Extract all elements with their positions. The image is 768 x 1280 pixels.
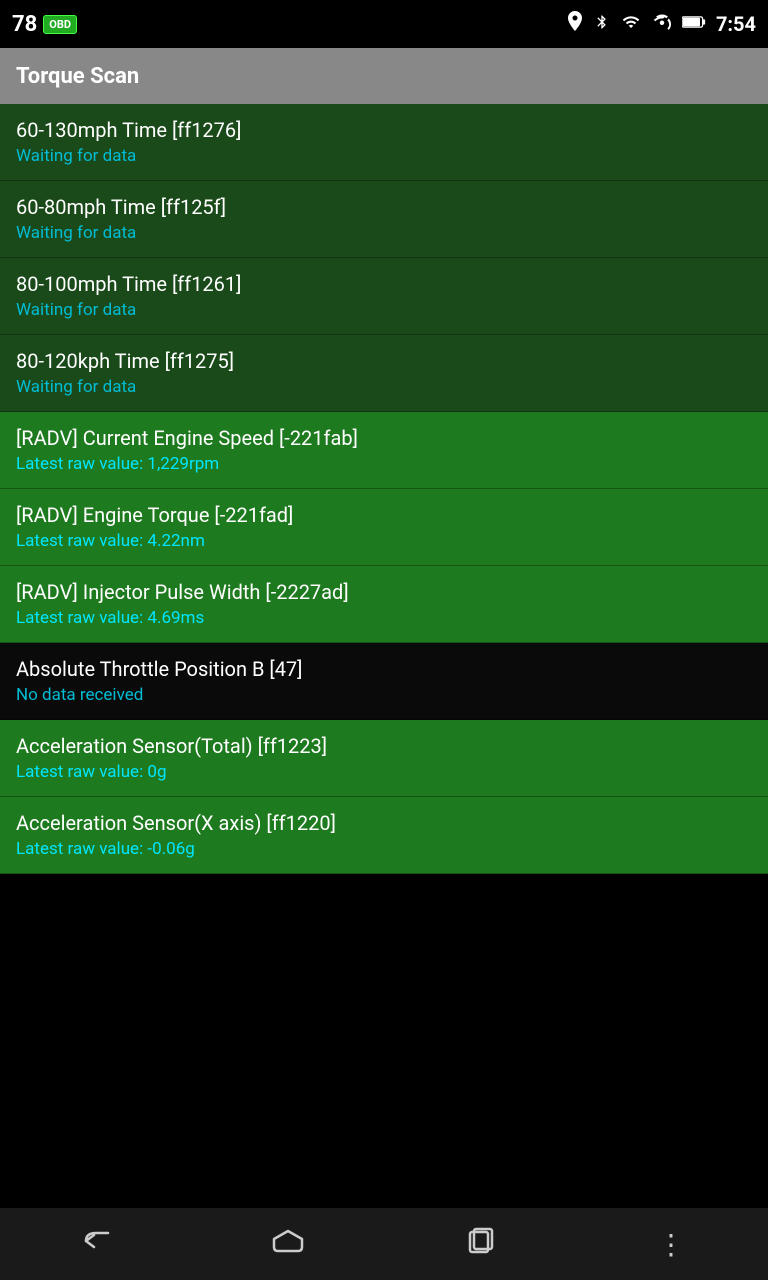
- item-subtitle: Waiting for data: [16, 377, 752, 397]
- app-bar: Torque Scan: [0, 48, 768, 104]
- item-subtitle: Latest raw value: 0g: [16, 762, 752, 782]
- list-item-item-7[interactable]: [RADV] Injector Pulse Width [-2227ad] Lat…: [0, 566, 768, 643]
- item-title: [RADV] Engine Torque [-221fad]: [16, 503, 752, 527]
- item-subtitle: Latest raw value: 1,229rpm: [16, 454, 752, 474]
- status-bar-left: 78 OBD: [12, 12, 77, 37]
- status-bar-right: 7:54: [566, 11, 756, 38]
- list-item-item-4[interactable]: 80-120kph Time [ff1275] Waiting for data: [0, 335, 768, 412]
- back-button[interactable]: [56, 1219, 136, 1269]
- app-title: Torque Scan: [16, 64, 139, 89]
- item-subtitle: Waiting for data: [16, 300, 752, 320]
- list-item-item-10[interactable]: Acceleration Sensor(X axis) [ff1220] Late…: [0, 797, 768, 874]
- list-item-item-8[interactable]: Absolute Throttle Position B [47] No data…: [0, 643, 768, 720]
- item-title: Acceleration Sensor(X axis) [ff1220]: [16, 811, 752, 835]
- bluetooth-icon: [594, 11, 610, 38]
- location-icon: [566, 11, 584, 38]
- item-subtitle: Latest raw value: 4.22nm: [16, 531, 752, 551]
- item-title: 60-80mph Time [ff125f]: [16, 195, 752, 219]
- list-item-item-2[interactable]: 60-80mph Time [ff125f] Waiting for data: [0, 181, 768, 258]
- nav-bar: ⋮: [0, 1208, 768, 1280]
- battery-icon: [682, 14, 706, 35]
- item-subtitle: Waiting for data: [16, 146, 752, 166]
- signal-icon: [652, 13, 672, 36]
- recents-icon: [462, 1227, 498, 1262]
- item-title: [RADV] Injector Pulse Width [-2227ad]: [16, 580, 752, 604]
- signal-number: 78: [12, 12, 37, 37]
- list-item-item-3[interactable]: 80-100mph Time [ff1261] Waiting for data: [0, 258, 768, 335]
- item-subtitle: Waiting for data: [16, 223, 752, 243]
- item-title: Acceleration Sensor(Total) [ff1223]: [16, 734, 752, 758]
- list-item-item-9[interactable]: Acceleration Sensor(Total) [ff1223] Lates…: [0, 720, 768, 797]
- item-title: Absolute Throttle Position B [47]: [16, 657, 752, 681]
- list-item-item-6[interactable]: [RADV] Engine Torque [-221fad] Latest raw…: [0, 489, 768, 566]
- home-button[interactable]: [248, 1219, 328, 1269]
- item-subtitle: Latest raw value: 4.69ms: [16, 608, 752, 628]
- item-subtitle: Latest raw value: -0.06g: [16, 839, 752, 859]
- obd-badge: OBD: [43, 15, 77, 34]
- item-subtitle: No data received: [16, 685, 752, 705]
- home-icon: [270, 1227, 306, 1262]
- more-icon: ⋮: [657, 1228, 687, 1261]
- more-button[interactable]: ⋮: [632, 1219, 712, 1269]
- sensor-list: 60-130mph Time [ff1276]Waiting for data6…: [0, 104, 768, 1208]
- list-item-item-1[interactable]: 60-130mph Time [ff1276] Waiting for data: [0, 104, 768, 181]
- item-title: 80-100mph Time [ff1261]: [16, 272, 752, 296]
- time-display: 7:54: [716, 12, 756, 36]
- wifi-icon: [620, 13, 642, 36]
- recents-button[interactable]: [440, 1219, 520, 1269]
- item-title: [RADV] Current Engine Speed [-221fab]: [16, 426, 752, 450]
- status-bar: 78 OBD: [0, 0, 768, 48]
- list-item-item-5[interactable]: [RADV] Current Engine Speed [-221fab] Lat…: [0, 412, 768, 489]
- item-title: 60-130mph Time [ff1276]: [16, 118, 752, 142]
- item-title: 80-120kph Time [ff1275]: [16, 349, 752, 373]
- back-icon: [78, 1227, 114, 1262]
